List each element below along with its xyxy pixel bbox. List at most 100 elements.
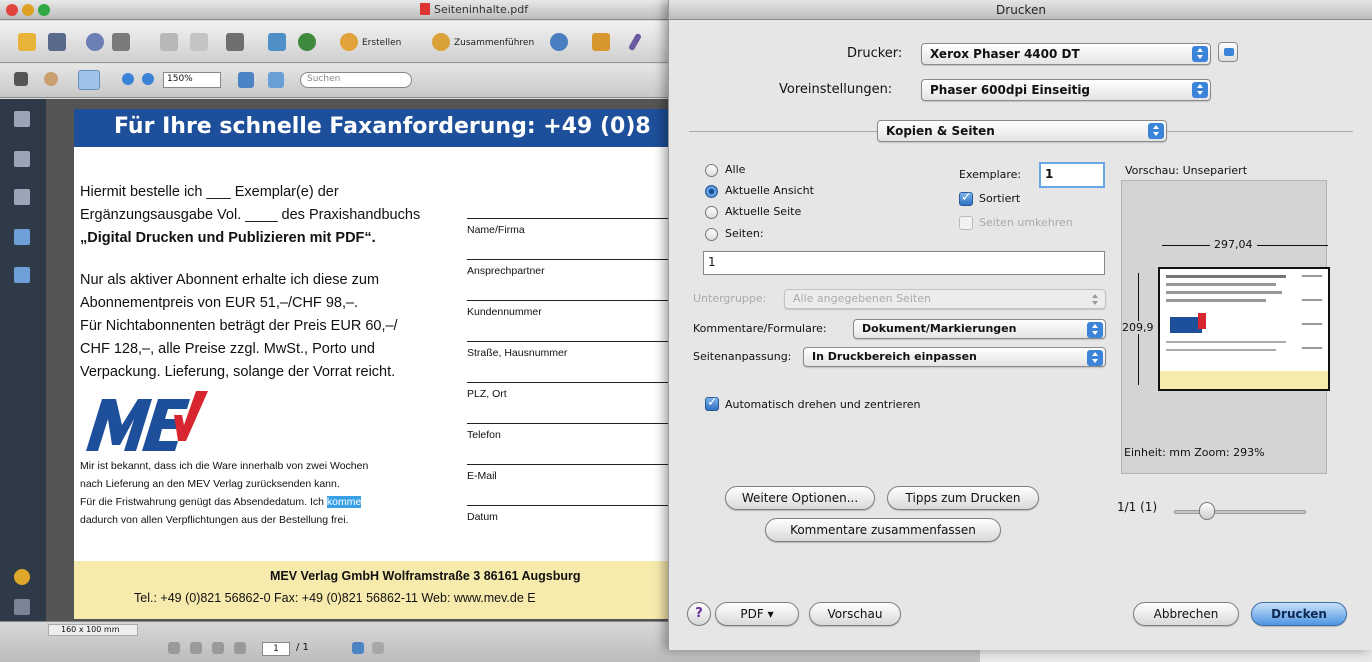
autorotate-label: Automatisch drehen und zentrieren xyxy=(725,398,921,411)
selected-text[interactable]: komme xyxy=(326,496,362,508)
select-tool-icon[interactable] xyxy=(14,72,28,86)
print-icon[interactable] xyxy=(48,33,66,51)
fax-banner: Für Ihre schnelle Faxanforderung: +49 (0… xyxy=(74,109,670,147)
autorotate-checkbox[interactable] xyxy=(705,395,719,411)
document-area[interactable]: Für Ihre schnelle Faxanforderung: +49 (0… xyxy=(46,99,670,621)
pages-icon[interactable] xyxy=(14,111,30,127)
fit-page-icon[interactable] xyxy=(238,72,254,88)
more-options-button[interactable]: Weitere Optionen... xyxy=(725,486,875,510)
zoom-in-icon[interactable] xyxy=(142,73,154,85)
printer-select[interactable]: Xerox Phaser 4400 DT xyxy=(921,43,1211,65)
preview-slider-knob[interactable] xyxy=(1199,502,1215,520)
form-field-date[interactable]: Datum xyxy=(467,505,670,547)
expand-dialog-button[interactable] xyxy=(1218,42,1238,62)
section-select[interactable]: Kopien & Seiten xyxy=(877,120,1167,142)
pdf-menu-button[interactable]: PDF ▾ xyxy=(715,602,799,626)
popup-arrows-icon xyxy=(1148,123,1164,139)
order-line-1: Hiermit bestelle ich ___ Exemplar(e) der xyxy=(80,184,339,200)
minimize-window-button[interactable] xyxy=(22,4,34,16)
first-page-icon[interactable] xyxy=(168,642,180,654)
radio-pages-label: Seiten: xyxy=(725,227,764,240)
layers-icon[interactable] xyxy=(14,189,30,205)
next-page-icon[interactable] xyxy=(212,642,224,654)
print-tips-button[interactable]: Tipps zum Drucken xyxy=(887,486,1039,510)
zoom-input[interactable]: 150% xyxy=(163,72,221,88)
form-field-city[interactable]: PLZ, Ort xyxy=(467,382,670,424)
attach-clip-icon[interactable] xyxy=(14,599,30,615)
close-window-button[interactable] xyxy=(6,4,18,16)
form-field-customer-number[interactable]: Kundennummer xyxy=(467,300,670,342)
secure-icon[interactable] xyxy=(592,33,610,51)
copies-label: Exemplare: xyxy=(959,168,1022,181)
form-field-name[interactable]: Name/Firma xyxy=(467,218,670,260)
open-folder-icon[interactable] xyxy=(18,33,36,51)
create-button[interactable]: Erstellen xyxy=(362,38,401,48)
popup-arrows-icon xyxy=(1192,82,1208,98)
popup-arrows-icon xyxy=(1087,350,1103,366)
copies-input[interactable]: 1 xyxy=(1039,162,1105,188)
radio-current-view[interactable] xyxy=(705,185,718,198)
help-button[interactable]: ? xyxy=(687,602,711,626)
upload-icon[interactable] xyxy=(112,33,130,51)
cancel-button[interactable]: Abbrechen xyxy=(1133,602,1239,626)
collaborate-icon[interactable] xyxy=(550,33,568,51)
popup-arrows-icon xyxy=(1087,292,1103,308)
price-line-5: Verpackung. Lieferung, solange der Vorra… xyxy=(80,364,396,380)
scaling-label: Seitenanpassung: xyxy=(693,350,792,363)
preview-height: 209,9 xyxy=(1122,321,1154,334)
review-icon[interactable] xyxy=(190,33,208,51)
preview-button[interactable]: Vorschau xyxy=(809,602,901,626)
popup-arrows-icon xyxy=(1087,322,1103,338)
page-number-input[interactable]: 1 xyxy=(262,642,290,656)
hand-tool-icon[interactable] xyxy=(44,72,58,86)
sign-pen-icon[interactable] xyxy=(627,32,643,52)
attachments-icon[interactable] xyxy=(14,229,30,245)
subset-select[interactable]: Alle angegebenen Seiten xyxy=(784,289,1106,309)
notice-line-2: nach Lieferung an den MEV Verlag zurücks… xyxy=(80,478,340,490)
print-button[interactable]: Drucken xyxy=(1251,602,1347,626)
presets-select[interactable]: Phaser 600dpi Einseitig xyxy=(921,79,1211,101)
search-input[interactable]: Suchen xyxy=(300,72,412,88)
content-icon[interactable] xyxy=(14,267,30,283)
form-field-email[interactable]: E-Mail xyxy=(467,464,670,506)
preview-width: 297,04 xyxy=(1210,238,1257,251)
zoom-out-icon[interactable] xyxy=(122,73,134,85)
bookmarks-icon[interactable] xyxy=(14,151,30,167)
form-field-phone[interactable]: Telefon xyxy=(467,423,670,465)
two-page-view-icon[interactable] xyxy=(372,642,384,654)
reverse-pages-checkbox[interactable] xyxy=(959,216,973,230)
combine-icon[interactable] xyxy=(432,33,450,51)
scaling-select[interactable]: In Druckbereich einpassen xyxy=(803,347,1106,367)
zoom-tool-icon[interactable] xyxy=(78,70,100,90)
radio-current-page[interactable] xyxy=(705,206,718,219)
form-field-street[interactable]: Straße, Hausnummer xyxy=(467,341,670,383)
create-pdf-icon[interactable] xyxy=(340,33,358,51)
radio-current-page-label: Aktuelle Seite xyxy=(725,205,802,218)
window-title: Seiteninhalte.pdf xyxy=(420,3,528,16)
last-page-icon[interactable] xyxy=(234,642,246,654)
form-field-contact[interactable]: Ansprechpartner xyxy=(467,259,670,301)
price-line-2: Abonnementpreis von EUR 51,–/CHF 98,–. xyxy=(80,295,359,311)
single-page-view-icon[interactable] xyxy=(352,642,364,654)
combine-button[interactable]: Zusammenführen xyxy=(454,38,534,48)
preview-slider-track[interactable] xyxy=(1174,510,1306,514)
radio-all[interactable] xyxy=(705,164,718,177)
comments-select[interactable]: Dokument/Markierungen xyxy=(853,319,1106,339)
globe-icon[interactable] xyxy=(298,33,316,51)
previous-page-icon[interactable] xyxy=(190,642,202,654)
email-icon[interactable] xyxy=(160,33,178,51)
pages-input[interactable]: 1 xyxy=(703,251,1105,275)
dialog-title: Drucken xyxy=(669,0,1372,20)
summarize-comments-button[interactable]: Kommentare zusammenfassen xyxy=(765,518,1001,542)
zoom-window-button[interactable] xyxy=(38,4,50,16)
fit-width-icon[interactable] xyxy=(268,72,284,88)
preview-title: Vorschau: Unsepariert xyxy=(1125,164,1248,177)
price-line-3: Für Nichtabonnenten beträgt der Preis EU… xyxy=(80,318,398,334)
radio-pages[interactable] xyxy=(705,228,718,241)
stamp-icon[interactable] xyxy=(226,33,244,51)
signatures-icon[interactable] xyxy=(14,569,30,585)
image-icon[interactable] xyxy=(268,33,286,51)
settings-icon[interactable] xyxy=(86,33,104,51)
collate-checkbox[interactable] xyxy=(959,190,973,206)
order-line-3: „Digital Drucken und Publizieren mit PDF… xyxy=(80,230,376,246)
